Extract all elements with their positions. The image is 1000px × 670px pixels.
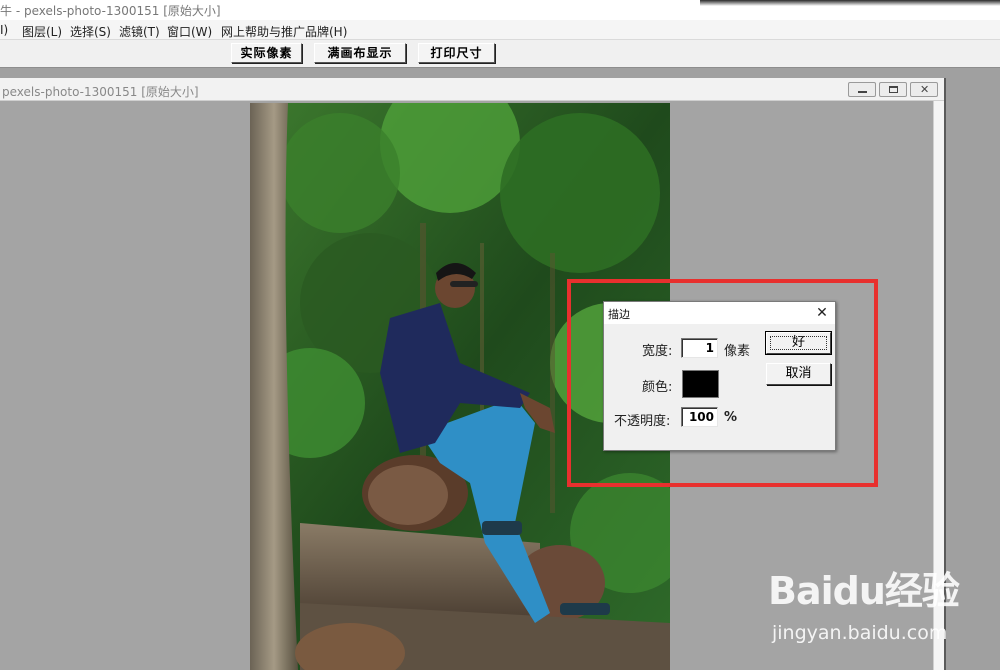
minimize-button[interactable]: [848, 82, 876, 97]
maximize-icon: [889, 86, 898, 93]
opacity-unit-label: %: [724, 410, 738, 425]
opacity-input[interactable]: 100: [681, 407, 718, 427]
opacity-label: 不透明度:: [614, 414, 671, 429]
close-icon: ✕: [920, 83, 930, 96]
dialog-close-icon[interactable]: ✕: [812, 303, 832, 323]
menu-item-file[interactable]: I): [0, 23, 8, 37]
focus-ring: [770, 336, 827, 350]
menu-item-window[interactable]: 窗口(W): [167, 23, 212, 40]
print-size-button[interactable]: 打印尺寸: [418, 43, 495, 63]
maximize-button[interactable]: [879, 82, 907, 97]
menu-item-layer[interactable]: 图层(L): [22, 23, 62, 40]
menu-item-filter[interactable]: 滤镜(T): [119, 23, 160, 40]
close-window-button[interactable]: ✕: [910, 82, 938, 97]
color-swatch[interactable]: [682, 370, 719, 398]
menu-item-select[interactable]: 选择(S): [70, 23, 111, 40]
toolbar: 实际像素 满画布显示 打印尺寸: [0, 40, 1000, 68]
cancel-button[interactable]: 取消: [766, 363, 831, 385]
baidu-watermark-logo: Baidu经验: [768, 569, 960, 613]
baidu-watermark-url: jingyan.baidu.com: [772, 622, 948, 644]
app-title-bar: 牛 - pexels-photo-1300151 [原始大小]: [0, 0, 1000, 20]
app-title: 牛 - pexels-photo-1300151 [原始大小]: [0, 4, 221, 18]
document-title-bar[interactable]: pexels-photo-1300151 [原始大小] ✕: [0, 78, 944, 101]
menu-item-help[interactable]: 网上帮助与推广品牌(H): [221, 23, 347, 40]
stroke-dialog: 描边 ✕ 宽度: 1 像素 颜色: 不透明度: 100 % 好 取消: [603, 301, 836, 451]
width-unit-label: 像素: [724, 344, 751, 359]
minimize-icon: [858, 91, 867, 93]
dialog-title: 描边: [608, 308, 630, 321]
width-input[interactable]: 1: [681, 338, 718, 358]
width-label: 宽度:: [642, 344, 673, 359]
dialog-title-bar[interactable]: 描边 ✕: [604, 302, 835, 324]
window-edge-shadow: [700, 0, 1000, 6]
color-label: 颜色:: [642, 380, 673, 395]
fit-canvas-button[interactable]: 满画布显示: [314, 43, 406, 63]
document-title: pexels-photo-1300151 [原始大小]: [2, 85, 199, 99]
actual-pixels-button[interactable]: 实际像素: [231, 43, 302, 63]
menu-bar: I) 图层(L) 选择(S) 滤镜(T) 窗口(W) 网上帮助与推广品牌(H): [0, 20, 1000, 40]
ok-button[interactable]: 好: [765, 331, 832, 355]
